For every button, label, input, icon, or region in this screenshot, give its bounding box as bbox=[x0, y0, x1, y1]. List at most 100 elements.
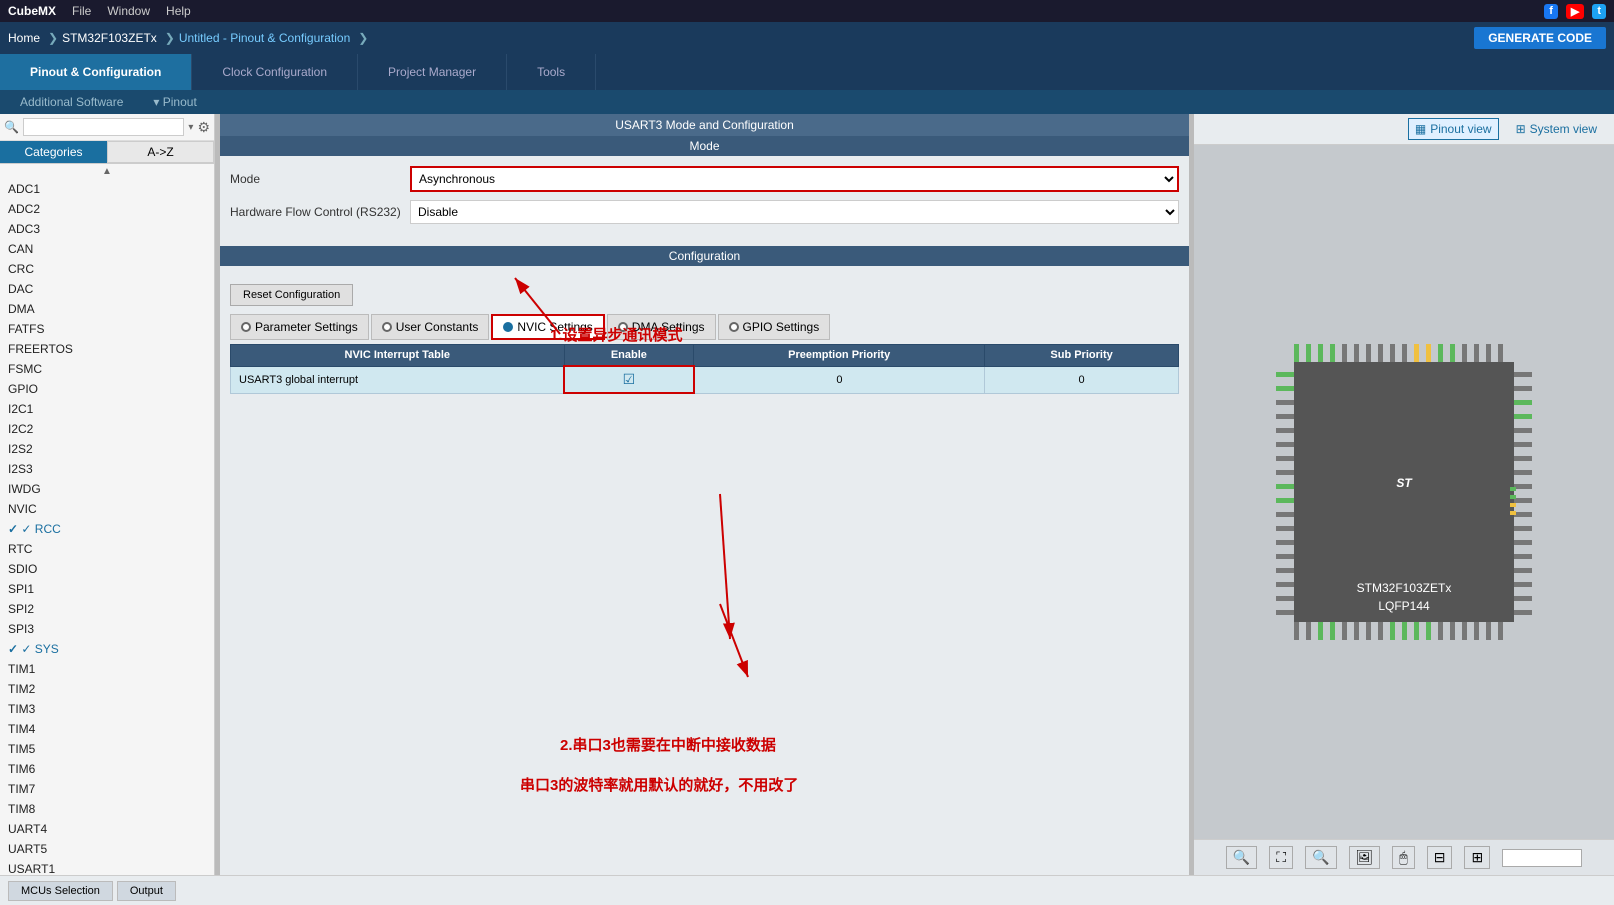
sidebar-item-adc3[interactable]: ADC3 bbox=[0, 219, 214, 239]
menu-help[interactable]: Help bbox=[166, 4, 191, 18]
sidebar-item-sys[interactable]: ✓ SYS bbox=[0, 639, 214, 659]
sidebar-item-tim8[interactable]: TIM8 bbox=[0, 799, 214, 819]
breadcrumb-device-label: STM32F103ZETx bbox=[62, 31, 157, 45]
top-bar: CubeMX File Window Help f ▶ t bbox=[0, 0, 1614, 22]
sidebar-item-i2c2[interactable]: I2C2 bbox=[0, 419, 214, 439]
radio-nvic bbox=[503, 322, 513, 332]
search-input[interactable] bbox=[23, 118, 184, 136]
sidebar-item-tim1[interactable]: TIM1 bbox=[0, 659, 214, 679]
chip-logo: ST bbox=[1396, 476, 1413, 490]
gear-icon[interactable]: ⚙ bbox=[197, 119, 210, 136]
radio-dma bbox=[618, 322, 628, 332]
export-button[interactable]: 🖼 bbox=[1349, 846, 1381, 869]
sidebar-item-dac[interactable]: DAC bbox=[0, 279, 214, 299]
sidebar-item-spi2[interactable]: SPI2 bbox=[0, 599, 214, 619]
sidebar-item-adc2[interactable]: ADC2 bbox=[0, 199, 214, 219]
breadcrumb-home-label: Home bbox=[8, 31, 40, 45]
sidebar-item-rcc[interactable]: ✓ RCC bbox=[0, 519, 214, 539]
breadcrumb-home[interactable]: Home ❯ bbox=[8, 31, 62, 45]
bottom-tab-mcu-selection[interactable]: MCUs Selection bbox=[8, 881, 113, 901]
sidebar-item-iwdg[interactable]: IWDG bbox=[0, 479, 214, 499]
sidebar-item-rtc[interactable]: RTC bbox=[0, 539, 214, 559]
breadcrumb-project[interactable]: Untitled - Pinout & Configuration ❯ bbox=[179, 31, 373, 45]
tab-pinout-config[interactable]: Pinout & Configuration bbox=[0, 54, 192, 90]
view-tab-system[interactable]: ⊞ System view bbox=[1509, 118, 1604, 140]
search-icon: 🔍 bbox=[4, 120, 19, 134]
sidebar-item-freertos[interactable]: FREERTOS bbox=[0, 339, 214, 359]
reset-configuration-button[interactable]: Reset Configuration bbox=[230, 284, 353, 306]
bottom-bar: MCUs Selection Output bbox=[0, 875, 1614, 905]
chip-svg: ST STM32F103ZETx LQFP144 bbox=[1264, 302, 1544, 682]
split-button[interactable]: ⊟ bbox=[1427, 846, 1453, 869]
sidebar-item-tim4[interactable]: TIM4 bbox=[0, 719, 214, 739]
bottom-tab-output[interactable]: Output bbox=[117, 881, 176, 901]
sidebar-item-tim2[interactable]: TIM2 bbox=[0, 679, 214, 699]
sidebar-tab-az[interactable]: A->Z bbox=[107, 141, 214, 163]
sidebar-tab-categories[interactable]: Categories bbox=[0, 141, 107, 163]
pins-bottom bbox=[1294, 622, 1503, 640]
app-logo: CubeMX bbox=[8, 4, 56, 18]
sidebar-item-usart1[interactable]: USART1 bbox=[0, 859, 214, 875]
sidebar-item-sdio[interactable]: SDIO bbox=[0, 559, 214, 579]
checkbox-enabled-icon[interactable]: ☑ bbox=[623, 371, 636, 387]
chip-package: LQFP144 bbox=[1378, 599, 1430, 613]
view-tab-pinout[interactable]: ▦ Pinout view bbox=[1408, 118, 1499, 140]
layers-button[interactable]: 🖱 bbox=[1392, 846, 1414, 869]
sidebar-item-spi1[interactable]: SPI1 bbox=[0, 579, 214, 599]
dropdown-arrow-icon[interactable]: ▾ bbox=[188, 122, 193, 133]
menu-window[interactable]: Window bbox=[107, 4, 150, 18]
sidebar-item-i2c1[interactable]: I2C1 bbox=[0, 399, 214, 419]
sidebar-item-uart5[interactable]: UART5 bbox=[0, 839, 214, 859]
sidebar-item-tim5[interactable]: TIM5 bbox=[0, 739, 214, 759]
sidebar-item-i2s2[interactable]: I2S2 bbox=[0, 439, 214, 459]
nvic-col-sub: Sub Priority bbox=[985, 345, 1179, 367]
config-tab-gpio[interactable]: GPIO Settings bbox=[718, 314, 831, 340]
zoom-in-button[interactable]: 🔍 bbox=[1226, 846, 1257, 869]
nvic-sub-cell: 0 bbox=[985, 366, 1179, 393]
chip-search-input[interactable] bbox=[1502, 849, 1582, 867]
sidebar-item-dma[interactable]: DMA bbox=[0, 299, 214, 319]
social-icon-2: ▶ bbox=[1566, 4, 1584, 19]
config-tab-dma[interactable]: DMA Settings bbox=[607, 314, 716, 340]
sidebar-item-uart4[interactable]: UART4 bbox=[0, 819, 214, 839]
sidebar-item-tim6[interactable]: TIM6 bbox=[0, 759, 214, 779]
chip-toolbar: 🔍 ⛶ 🔍 🖼 🖱 ⊟ ⊞ bbox=[1194, 839, 1614, 875]
chip-area: ST STM32F103ZETx LQFP144 bbox=[1194, 145, 1614, 839]
nvic-enable-cell[interactable]: ☑ bbox=[564, 366, 694, 393]
tab-tools[interactable]: Tools bbox=[507, 54, 596, 90]
sub-tab-pinout[interactable]: Pinout bbox=[153, 95, 196, 109]
config-tab-nvic[interactable]: NVIC Settings bbox=[491, 314, 604, 340]
sidebar-item-tim3[interactable]: TIM3 bbox=[0, 699, 214, 719]
menu-file[interactable]: File bbox=[72, 4, 91, 18]
config-tab-user-constants[interactable]: User Constants bbox=[371, 314, 490, 340]
scroll-up-button[interactable]: ▲ bbox=[0, 164, 214, 179]
tab-clock-config[interactable]: Clock Configuration bbox=[192, 54, 358, 90]
sidebar-item-fsmc[interactable]: FSMC bbox=[0, 359, 214, 379]
main-tab-bar: Pinout & Configuration Clock Configurati… bbox=[0, 54, 1614, 90]
generate-code-button[interactable]: GENERATE CODE bbox=[1474, 27, 1606, 49]
sidebar-item-gpio[interactable]: GPIO bbox=[0, 379, 214, 399]
sub-tab-additional-software[interactable]: Additional Software bbox=[20, 95, 123, 109]
grid-button[interactable]: ⊞ bbox=[1464, 846, 1490, 869]
sidebar-item-fatfs[interactable]: FATFS bbox=[0, 319, 214, 339]
breadcrumb-project-label: Untitled - Pinout & Configuration bbox=[179, 31, 350, 45]
pins-right bbox=[1514, 372, 1532, 615]
breadcrumb-device[interactable]: STM32F103ZETx ❯ bbox=[62, 31, 179, 45]
mode-select[interactable]: Asynchronous Disable Synchronous bbox=[410, 166, 1179, 192]
sidebar-item-crc[interactable]: CRC bbox=[0, 259, 214, 279]
tab-project-manager[interactable]: Project Manager bbox=[358, 54, 507, 90]
usart-panel: USART3 Mode and Configuration Mode Mode … bbox=[220, 114, 1189, 404]
breadcrumb-arrow-1: ❯ bbox=[48, 31, 58, 45]
sidebar-item-spi3[interactable]: SPI3 bbox=[0, 619, 214, 639]
radio-gpio bbox=[729, 322, 739, 332]
sidebar-item-nvic[interactable]: NVIC bbox=[0, 499, 214, 519]
sidebar-item-can[interactable]: CAN bbox=[0, 239, 214, 259]
fit-button[interactable]: ⛶ bbox=[1269, 846, 1293, 869]
sidebar-item-tim7[interactable]: TIM7 bbox=[0, 779, 214, 799]
nvic-preemption-cell: 0 bbox=[694, 366, 985, 393]
config-tab-parameter[interactable]: Parameter Settings bbox=[230, 314, 369, 340]
zoom-out-button[interactable]: 🔍 bbox=[1305, 846, 1336, 869]
sidebar-item-i2s3[interactable]: I2S3 bbox=[0, 459, 214, 479]
hw-flow-select[interactable]: Disable CTS Only RTS Only CTS/RTS bbox=[410, 200, 1179, 224]
sidebar-item-adc1[interactable]: ADC1 bbox=[0, 179, 214, 199]
